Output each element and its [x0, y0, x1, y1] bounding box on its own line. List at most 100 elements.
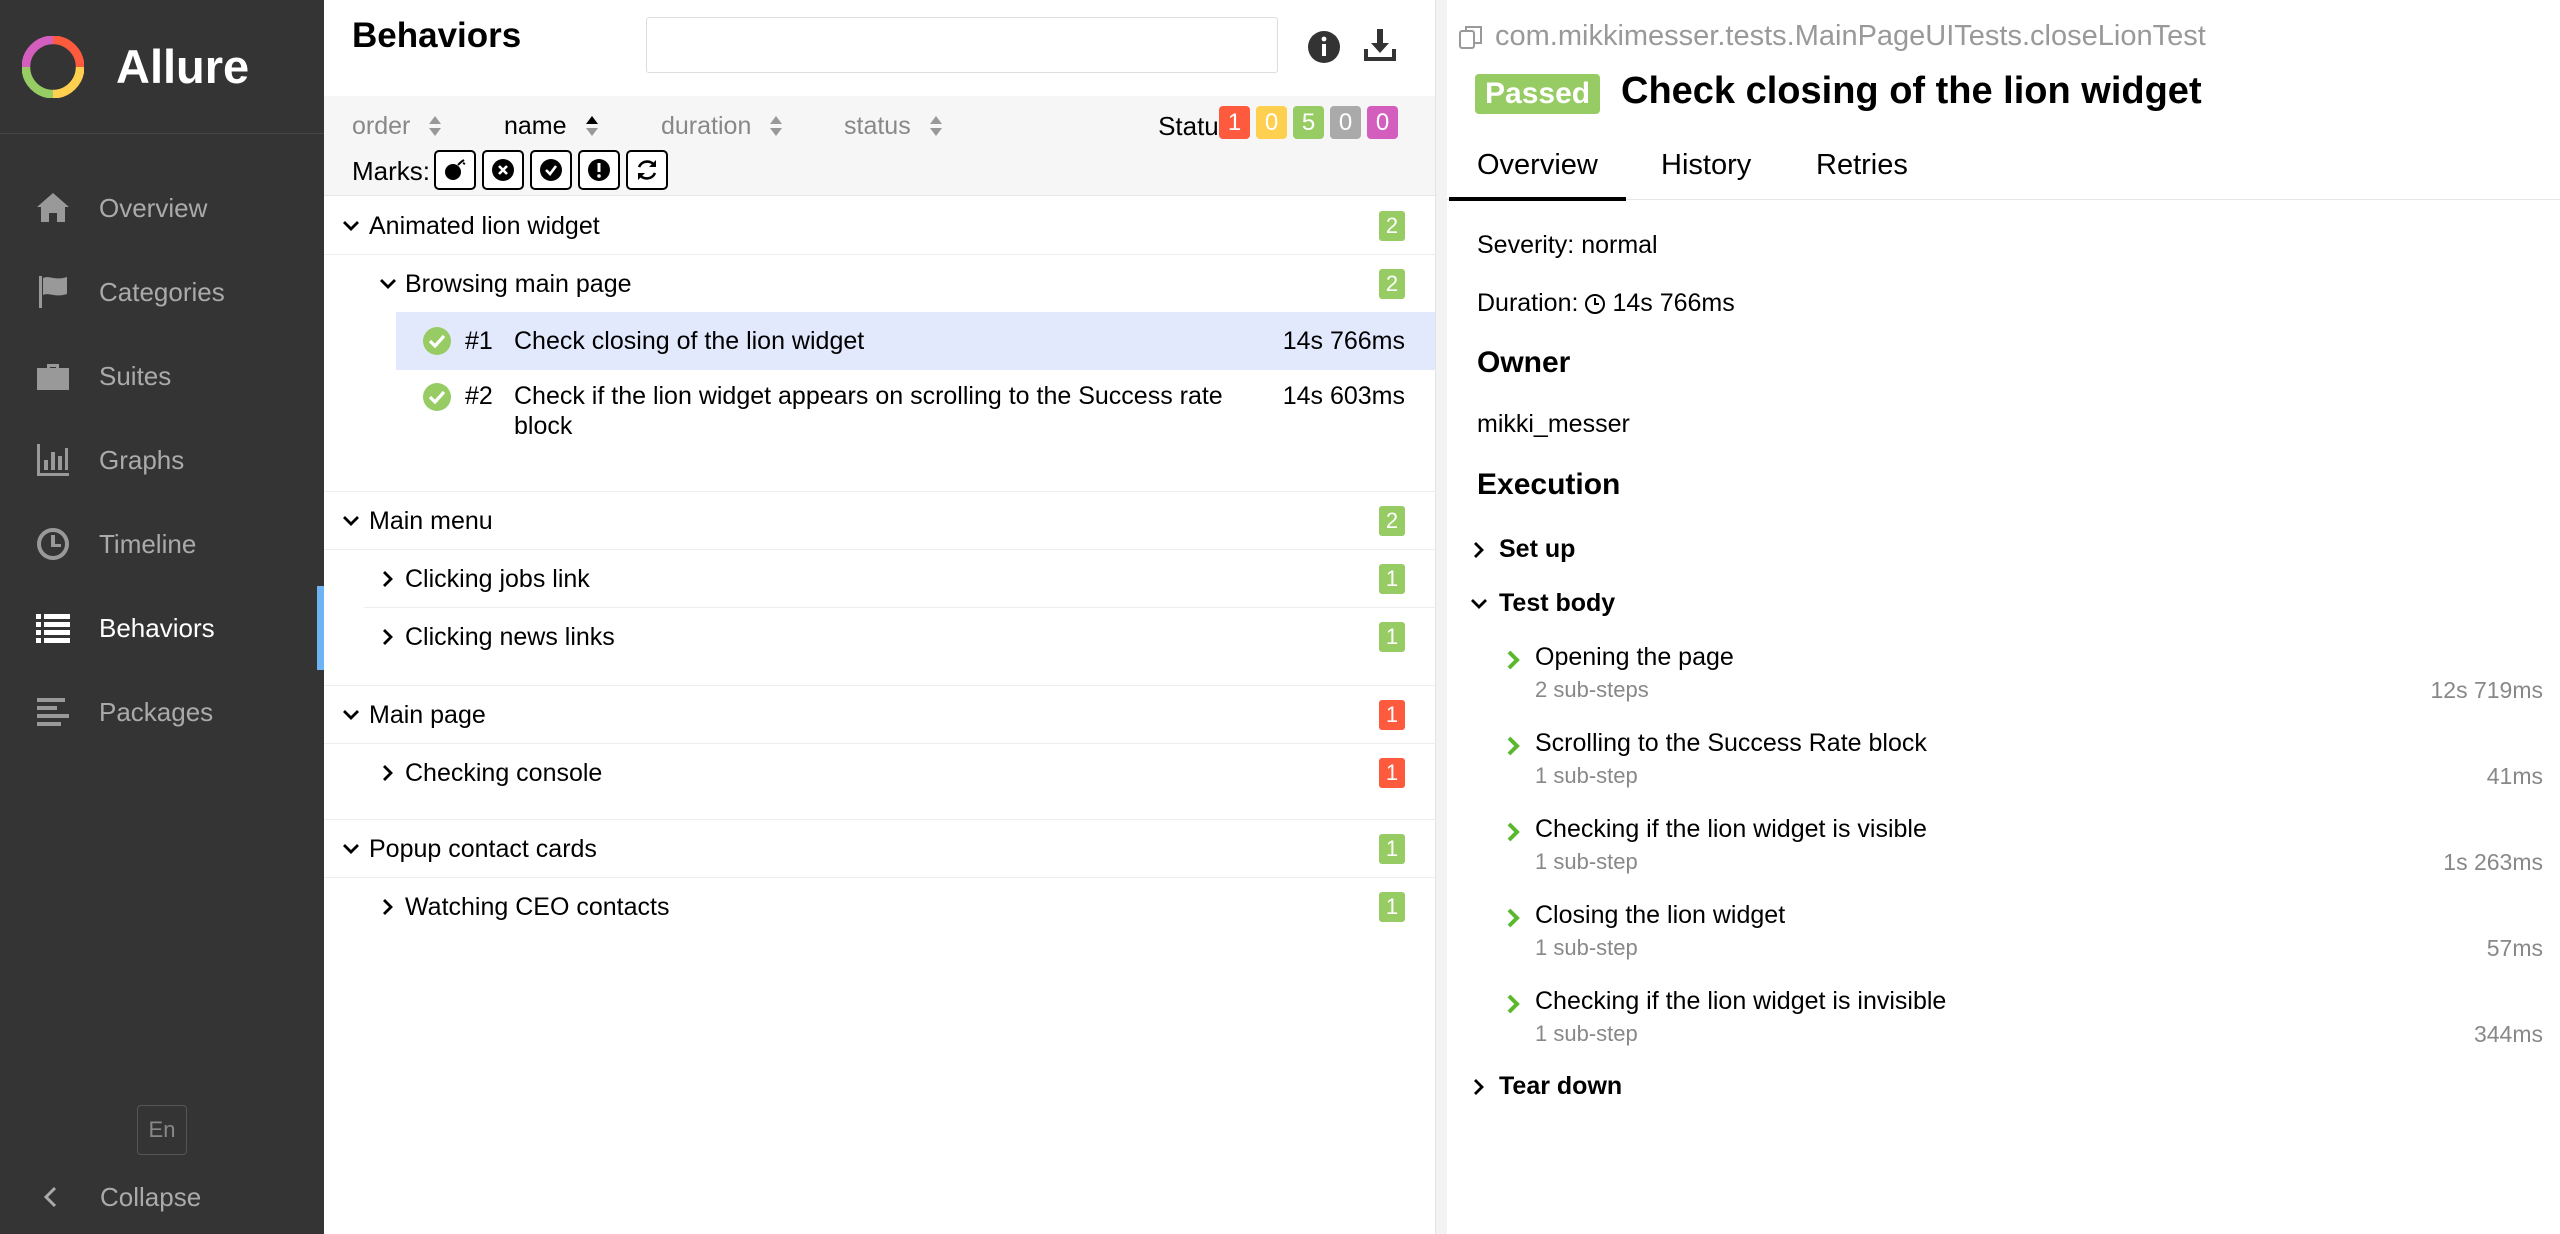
tab-retries[interactable]: Retries: [1816, 130, 1908, 200]
step-item[interactable]: Scrolling to the Success Rate block 1 su…: [1503, 729, 2543, 793]
chevron-right-icon: [1474, 1078, 1484, 1095]
chevron-right-icon: [1507, 908, 1520, 928]
sidebar-item-label: Behaviors: [99, 612, 215, 643]
test-body-section[interactable]: Test body: [1469, 589, 1615, 618]
sort-name[interactable]: name: [504, 106, 599, 146]
owner-value: mikki_messer: [1477, 410, 1630, 438]
sort-icon: [770, 116, 783, 136]
download-icon[interactable]: [1360, 25, 1400, 65]
passed-status-icon: [423, 327, 451, 355]
sort-order-label: order: [352, 111, 411, 140]
mark-new-failed-button[interactable]: [482, 150, 524, 190]
times-circle-icon: [492, 159, 514, 181]
mark-new-passed-button[interactable]: [530, 150, 572, 190]
language-selector[interactable]: En: [137, 1105, 187, 1155]
chevron-right-icon: [1507, 650, 1520, 670]
step-item[interactable]: Checking if the lion widget is invisible…: [1503, 987, 2543, 1051]
step-name: Checking if the lion widget is visible: [1535, 815, 1927, 843]
pane-splitter[interactable]: [1435, 0, 1447, 1234]
sidebar-item-overview[interactable]: Overview: [0, 166, 324, 250]
list-icon: [36, 614, 70, 643]
collapse-button[interactable]: Collapse: [38, 1175, 201, 1219]
tree-group-watching-ceo-contacts[interactable]: Watching CEO contacts 1: [324, 878, 1435, 936]
group-count-badge: 1: [1379, 700, 1405, 730]
mark-retries-button[interactable]: [626, 150, 668, 190]
sidebar-item-label: Timeline: [99, 528, 197, 559]
sidebar-item-graphs[interactable]: Graphs: [0, 418, 324, 502]
tree-group-main-menu[interactable]: Main menu 2: [324, 492, 1435, 550]
copy-icon[interactable]: [1457, 23, 1485, 51]
sort-order[interactable]: order: [352, 106, 442, 146]
tab-overview[interactable]: Overview: [1449, 130, 1626, 201]
setup-label: Set up: [1499, 535, 1576, 563]
mark-new-broken-button[interactable]: [578, 150, 620, 190]
chevron-right-icon: [383, 765, 393, 781]
info-icon[interactable]: [1304, 27, 1344, 67]
collapse-label: Collapse: [100, 1181, 202, 1212]
sidebar: Allure Overview Categories Suites Graphs…: [0, 0, 324, 1234]
sidebar-item-behaviors[interactable]: Behaviors: [0, 586, 324, 670]
chevron-right-icon: [1507, 822, 1520, 842]
exclamation-circle-icon: [588, 159, 610, 181]
sidebar-item-packages[interactable]: Packages: [0, 670, 324, 754]
brand[interactable]: Allure: [0, 0, 324, 134]
check-circle-icon: [540, 159, 562, 181]
step-duration: 41ms: [2486, 763, 2543, 789]
teardown-label: Tear down: [1499, 1072, 1623, 1100]
sidebar-item-categories[interactable]: Categories: [0, 250, 324, 334]
status-unknown-toggle[interactable]: 0: [1367, 106, 1398, 139]
testcase-tabs: Overview History Retries: [1447, 130, 2560, 201]
step-name: Checking if the lion widget is invisible: [1535, 987, 1947, 1015]
clock-icon: [36, 528, 69, 560]
status-broken-toggle[interactable]: 0: [1256, 106, 1287, 139]
status-failed-toggle[interactable]: 1: [1219, 106, 1250, 139]
tree-group-name: Watching CEO contacts: [405, 892, 670, 921]
page-title: Behaviors: [352, 16, 522, 55]
sort-status[interactable]: status: [844, 106, 943, 146]
search-input[interactable]: [646, 17, 1278, 73]
sidebar-item-suites[interactable]: Suites: [0, 334, 324, 418]
test-name: Check if the lion widget appears on scro…: [514, 382, 1223, 440]
teardown-section[interactable]: Tear down: [1469, 1072, 1622, 1101]
test-row[interactable]: #1 Check closing of the lion widget 14s …: [396, 312, 1435, 370]
tree-group-clicking-jobs-link[interactable]: Clicking jobs link 1: [324, 550, 1435, 608]
tree-group-clicking-news-links[interactable]: Clicking news links 1: [324, 608, 1435, 666]
nav-menu: Overview Categories Suites Graphs Timeli…: [0, 166, 324, 754]
step-name: Scrolling to the Success Rate block: [1535, 729, 1927, 757]
full-name-text: com.mikkimesser.tests.MainPageUITests.cl…: [1495, 20, 2206, 52]
sidebar-item-timeline[interactable]: Timeline: [0, 502, 324, 586]
test-name: Check closing of the lion widget: [514, 327, 865, 355]
step-item[interactable]: Closing the lion widget 1 sub-step 57ms: [1503, 901, 2543, 965]
marks-label: Marks:: [352, 156, 430, 186]
step-duration: 12s 719ms: [2430, 677, 2543, 703]
test-duration: 14s 603ms: [1282, 382, 1405, 410]
tree-group-name: Popup contact cards: [369, 834, 597, 863]
step-item[interactable]: Checking if the lion widget is visible 1…: [1503, 815, 2543, 879]
tab-history[interactable]: History: [1661, 130, 1751, 200]
tree-group-checking-console[interactable]: Checking console 1: [324, 744, 1435, 802]
tree-group-browsing-main-page[interactable]: Browsing main page 2: [324, 255, 1435, 313]
sort-duration-label: duration: [661, 111, 752, 140]
step-substeps: 2 sub-steps: [1535, 677, 1649, 702]
tree-group-popup-contact-cards[interactable]: Popup contact cards 1: [324, 820, 1435, 878]
sort-duration[interactable]: duration: [661, 106, 783, 146]
chevron-down-icon: [1471, 598, 1487, 609]
chevron-right-icon: [383, 629, 393, 645]
tree-group-animated-lion-widget[interactable]: Animated lion widget 2: [324, 197, 1435, 255]
sort-asc-icon: [585, 116, 598, 136]
step-item[interactable]: Opening the page 2 sub-steps 12s 719ms: [1503, 643, 2543, 707]
step-duration: 1s 263ms: [2443, 849, 2543, 875]
tree-group-main-page[interactable]: Main page 1: [324, 686, 1435, 744]
test-body-label: Test body: [1499, 589, 1616, 617]
group-count-badge: 2: [1379, 269, 1405, 299]
chevron-down-icon: [343, 516, 359, 526]
mark-flaky-button[interactable]: [434, 150, 476, 190]
status-passed-toggle[interactable]: 5: [1293, 106, 1324, 139]
test-row[interactable]: #2 Check if the lion widget appears on s…: [396, 370, 1435, 478]
bar-chart-icon: [37, 444, 69, 476]
status-skipped-toggle[interactable]: 0: [1330, 106, 1361, 139]
status-filter: 1 0 5 0 0: [1219, 106, 1398, 139]
allure-logo-icon: [22, 35, 84, 98]
behaviors-pane: Behaviors order name duration status Sta…: [324, 0, 1435, 1234]
setup-section[interactable]: Set up: [1469, 535, 1575, 564]
